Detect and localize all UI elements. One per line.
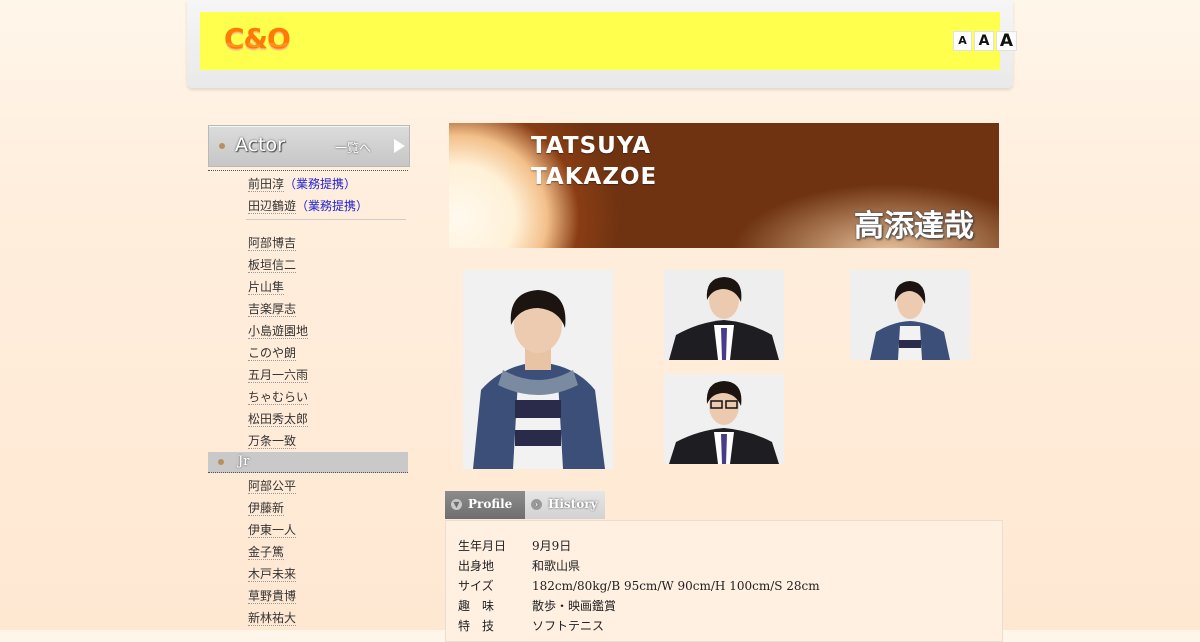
profile-row: 生年月日 9月9日 <box>458 536 571 556</box>
profile-value: 182cm/80kg/B 95cm/W 90cm/H 100cm/S 28cm <box>532 579 820 593</box>
actor-name-link[interactable]: 吉楽厚志 <box>248 302 297 317</box>
actor-name-link[interactable]: 小島遊園地 <box>248 324 309 339</box>
list-item[interactable]: 松田秀太郎 <box>248 408 410 430</box>
site-header: C&O C&O A A A <box>187 0 1017 88</box>
actor-name-link[interactable]: 片山隼 <box>248 280 285 295</box>
jr-section-title: Jr <box>238 454 250 469</box>
name-japanese: 高添達哉 <box>854 209 974 244</box>
profile-row: 出身地 和歌山県 <box>458 556 580 576</box>
actor-name-link[interactable]: このや朗 <box>248 346 297 361</box>
actor-name-link[interactable]: 阿部公平 <box>248 479 297 494</box>
actor-list: 阿部博吉 板垣信二 片山隼 吉楽厚志 小島遊園地 このや朗 五月一六雨 ちゃむら… <box>208 232 410 452</box>
partner-tag: （業務提携） <box>284 177 357 191</box>
profile-value: 和歌山県 <box>532 559 581 573</box>
actor-name-link[interactable]: 前田淳 <box>248 177 285 192</box>
profile-label: 趣 味 <box>458 599 495 613</box>
site-logo[interactable]: C&O <box>224 22 291 55</box>
profile-photo-suit-glasses[interactable] <box>664 374 784 464</box>
actor-name-link[interactable]: 松田秀太郎 <box>248 412 309 427</box>
actor-name-link[interactable]: 板垣信二 <box>248 258 297 273</box>
font-size-medium-button[interactable]: A <box>974 31 994 51</box>
divider <box>246 219 406 220</box>
profile-value: 9月9日 <box>532 539 572 553</box>
list-item[interactable]: 阿部博吉 <box>248 232 410 254</box>
list-item[interactable]: 金子篤 <box>248 541 410 563</box>
profile-label: サイズ <box>458 579 494 593</box>
actor-name-link[interactable]: 金子篤 <box>248 545 285 560</box>
name-english-line1: TATSUYA <box>531 133 652 159</box>
profile-row: 特 技 ソフトテニス <box>458 616 604 636</box>
font-size-switcher: A A A <box>953 31 1017 51</box>
actor-name-link[interactable]: 木戸未来 <box>248 567 297 582</box>
list-item[interactable]: 木戸未来 <box>248 563 410 585</box>
profile-label: 生年月日 <box>458 539 507 553</box>
profile-value: ソフトテニス <box>532 619 605 633</box>
actor-name-link[interactable]: 万条一致 <box>248 434 297 449</box>
actor-name-link[interactable]: 田辺鶴遊 <box>248 199 297 214</box>
actor-name-link[interactable]: ちゃむらい <box>248 390 309 405</box>
list-item[interactable]: ちゃむらい <box>248 386 410 408</box>
list-item[interactable]: 草野貴博 <box>248 585 410 607</box>
partner-tag: （業務提携） <box>296 199 369 213</box>
profile-panel: 生年月日 9月9日 出身地 和歌山県 サイズ 182cm/80kg/B 95cm/W … <box>445 520 1003 642</box>
profile-tabs: ▼ Profile › History <box>445 491 605 519</box>
list-item[interactable]: 前田淳（業務提携） <box>248 173 410 195</box>
portrait-image <box>664 374 784 464</box>
portrait-image <box>463 270 613 469</box>
name-english: TATSUYA TAKAZOE <box>531 131 657 193</box>
profile-banner: TATSUYA TAKAZOE 高添達哉 <box>449 123 999 248</box>
actor-list-link[interactable]: 一覧へ <box>335 139 371 156</box>
actor-name-link[interactable]: 五月一六雨 <box>248 368 309 383</box>
font-size-large-button[interactable]: A <box>996 31 1017 51</box>
font-size-small-button[interactable]: A <box>953 31 972 51</box>
chevron-right-icon: › <box>531 499 542 510</box>
actor-name-link[interactable]: 新林祐大 <box>248 611 297 626</box>
tab-label: Profile <box>468 497 513 511</box>
actor-section-title: Actor <box>235 134 285 156</box>
actor-section-header[interactable]: Actor 一覧へ <box>208 125 410 167</box>
header-band: C&O C&O A A A <box>200 12 1017 70</box>
profile-value: 散歩・映画鑑賞 <box>532 599 617 613</box>
profile-label: 出身地 <box>458 559 495 573</box>
list-item[interactable]: 田辺鶴遊（業務提携） <box>248 195 410 217</box>
actor-name-link[interactable]: 阿部博吉 <box>248 236 297 251</box>
tab-history[interactable]: › History <box>525 491 605 519</box>
profile-row: 趣 味 散歩・映画鑑賞 <box>458 596 616 616</box>
tab-profile[interactable]: ▼ Profile <box>445 491 525 519</box>
list-item[interactable]: 五月一六雨 <box>248 364 410 386</box>
list-item[interactable]: 吉楽厚志 <box>248 298 410 320</box>
bullet-icon <box>219 143 225 149</box>
profile-photo-main[interactable] <box>463 270 613 469</box>
tab-label: History <box>548 497 598 511</box>
jr-section-header[interactable]: Jr <box>208 452 408 473</box>
list-item[interactable]: 板垣信二 <box>248 254 410 276</box>
jr-list: 阿部公平 伊藤新 伊東一人 金子篤 木戸未来 草野貴博 新林祐大 <box>208 475 410 629</box>
profile-photo-casual[interactable] <box>850 270 970 360</box>
list-item[interactable]: 阿部公平 <box>248 475 410 497</box>
portrait-image <box>664 270 784 360</box>
list-item[interactable]: 伊藤新 <box>248 497 410 519</box>
portrait-image <box>850 270 970 360</box>
sidebar: Actor 一覧へ 前田淳（業務提携） 田辺鶴遊（業務提携） 阿部博吉 板垣信二… <box>208 125 410 629</box>
divider <box>208 170 408 171</box>
list-item[interactable]: 万条一致 <box>248 430 410 452</box>
profile-photo-suit[interactable] <box>664 270 784 360</box>
list-item[interactable]: このや朗 <box>248 342 410 364</box>
list-item[interactable]: 伊東一人 <box>248 519 410 541</box>
actor-name-link[interactable]: 伊藤新 <box>248 501 285 516</box>
actor-name-link[interactable]: 草野貴博 <box>248 589 297 604</box>
name-english-line2: TAKAZOE <box>531 164 658 190</box>
partner-list: 前田淳（業務提携） 田辺鶴遊（業務提携） <box>208 173 410 217</box>
list-item[interactable]: 片山隼 <box>248 276 410 298</box>
site-logo-reflection: C&O <box>224 43 290 50</box>
list-item[interactable]: 新林祐大 <box>248 607 410 629</box>
play-arrow-icon <box>394 139 405 153</box>
chevron-down-icon: ▼ <box>451 499 462 510</box>
profile-row: サイズ 182cm/80kg/B 95cm/W 90cm/H 100cm/S 28… <box>458 576 820 596</box>
bullet-icon <box>218 459 224 465</box>
actor-name-link[interactable]: 伊東一人 <box>248 523 297 538</box>
list-item[interactable]: 小島遊園地 <box>248 320 410 342</box>
profile-label: 特 技 <box>458 619 495 633</box>
